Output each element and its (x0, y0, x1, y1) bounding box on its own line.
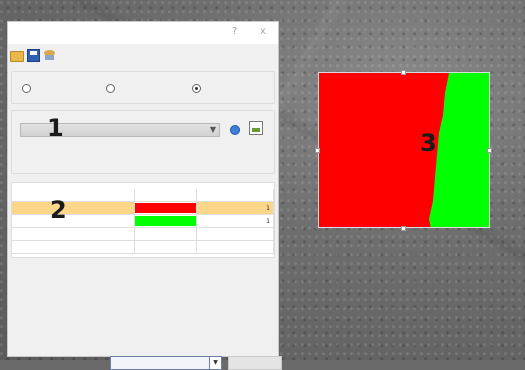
resize-handle-top[interactable] (401, 70, 406, 75)
resize-handle-right[interactable] (487, 148, 492, 153)
chevron-down-icon: ▼ (209, 357, 221, 369)
resize-handle-left[interactable] (315, 148, 320, 153)
radio-option-3[interactable] (192, 84, 201, 93)
row-value-cell (196, 189, 274, 202)
dialog-titlebar: ? x (8, 22, 278, 44)
apply-button[interactable] (228, 356, 282, 370)
row-value-cell: 1 (196, 201, 274, 215)
row-color-cell[interactable] (134, 240, 197, 254)
folder-open-icon[interactable] (10, 48, 24, 62)
row-value-cell (196, 227, 274, 241)
save-icon[interactable] (26, 48, 40, 62)
result-image (318, 72, 490, 228)
row-name-cell (12, 189, 135, 202)
classification-dialog: ? x ▼ 11 ▼ (7, 21, 282, 370)
annotation-1: 1 (47, 114, 64, 142)
color-swatch (135, 216, 196, 226)
chevron-down-icon: ▼ (209, 125, 216, 134)
row-color-cell[interactable] (134, 214, 197, 228)
annotation-2: 2 (50, 196, 67, 224)
help-button[interactable]: ? (232, 26, 237, 38)
row-name-cell (12, 214, 135, 228)
annotation-3: 3 (420, 129, 437, 157)
row-color-cell[interactable] (134, 227, 197, 241)
resize-handle-bottom[interactable] (401, 226, 406, 231)
table-row[interactable] (12, 240, 274, 254)
radio-option-2[interactable] (106, 84, 115, 93)
result-canvas (319, 73, 449, 227)
radio-option-1[interactable] (22, 84, 31, 93)
row-name-cell (12, 227, 135, 241)
row-color-cell[interactable] (134, 189, 197, 202)
radio-group (11, 71, 275, 104)
row-value-cell: 1 (196, 214, 274, 228)
row-value-cell (196, 240, 274, 254)
row-name-cell (12, 240, 135, 254)
table-row[interactable] (12, 227, 274, 241)
row-color-cell[interactable] (134, 201, 197, 215)
image-icon[interactable] (249, 121, 263, 135)
database-icon[interactable] (42, 48, 56, 62)
status-select[interactable]: ▼ (110, 356, 222, 370)
row-name-cell (12, 201, 135, 215)
globe-icon[interactable] (230, 125, 240, 135)
toolbar (10, 48, 56, 64)
close-button[interactable]: x (260, 26, 266, 38)
color-swatch (135, 203, 196, 213)
